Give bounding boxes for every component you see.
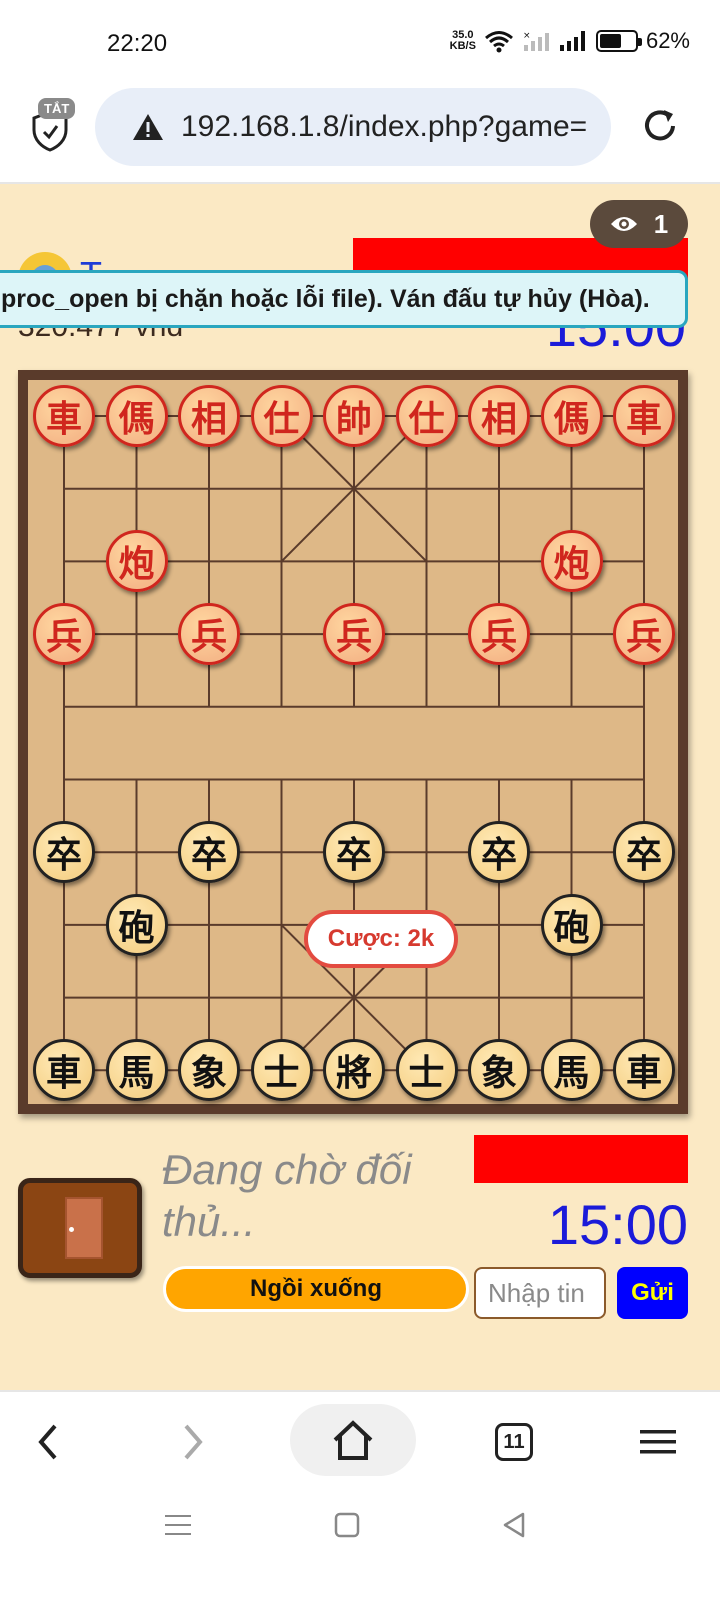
sit-down-button[interactable]: Ngồi xuống bbox=[163, 1266, 469, 1312]
home-button[interactable] bbox=[290, 1404, 416, 1476]
black-piece[interactable]: 卒 bbox=[323, 821, 385, 884]
menu-button[interactable] bbox=[630, 1414, 686, 1470]
red-piece[interactable]: 仕 bbox=[250, 385, 313, 447]
black-piece[interactable]: 象 bbox=[468, 1039, 530, 1102]
signal-off-icon: × bbox=[523, 31, 549, 51]
red-piece[interactable]: 炮 bbox=[105, 530, 168, 593]
leave-room-button[interactable] bbox=[18, 1178, 142, 1278]
black-piece[interactable]: 卒 bbox=[33, 821, 95, 884]
signal-icon bbox=[559, 31, 585, 51]
black-piece[interactable]: 將 bbox=[323, 1039, 385, 1102]
url-text[interactable]: 192.168.1.8/index.php?game= bbox=[181, 110, 601, 144]
wifi-icon bbox=[484, 31, 513, 53]
black-piece[interactable]: 卒 bbox=[468, 821, 530, 884]
waiting-opponent-text: Đang chờ đối thủ... bbox=[162, 1146, 412, 1245]
recents-menu-icon[interactable] bbox=[163, 1512, 193, 1538]
red-piece[interactable]: 車 bbox=[613, 385, 675, 447]
red-piece[interactable]: 兵 bbox=[33, 603, 95, 666]
chess-board[interactable]: Cược: 2k 車傌相仕帥仕相傌車炮炮兵兵兵兵兵卒卒卒卒卒砲砲車馬象士將士象馬… bbox=[28, 380, 678, 1104]
battery-percent: 62% bbox=[645, 28, 690, 53]
bottom-player-timer: 15:00 bbox=[547, 1193, 688, 1256]
address-bar[interactable]: 192.168.1.8/index.php?game= bbox=[95, 88, 611, 166]
bet-label: Cược: 2k bbox=[304, 910, 458, 968]
black-piece[interactable]: 砲 bbox=[105, 893, 168, 956]
black-piece[interactable]: 馬 bbox=[105, 1039, 168, 1102]
screen: 22:20 35.0 KB/S × 62% TẮT 192.168.1.8/in… bbox=[0, 0, 720, 1600]
back-triangle-icon[interactable] bbox=[500, 1511, 528, 1539]
red-piece[interactable]: 炮 bbox=[540, 530, 603, 593]
black-piece[interactable]: 士 bbox=[395, 1039, 458, 1102]
red-piece[interactable]: 車 bbox=[33, 385, 95, 447]
black-piece[interactable]: 卒 bbox=[613, 821, 675, 884]
notification-toast: proc_open bị chặn hoặc lỗi file). Ván đấ… bbox=[0, 270, 688, 328]
black-piece[interactable]: 車 bbox=[613, 1039, 675, 1102]
tabs-count: 11 bbox=[495, 1423, 533, 1461]
chess-board-frame: Cược: 2k 車傌相仕帥仕相傌車炮炮兵兵兵兵兵卒卒卒卒卒砲砲車馬象士將士象馬… bbox=[18, 370, 688, 1114]
red-piece[interactable]: 傌 bbox=[540, 385, 603, 447]
status-bar: 22:20 35.0 KB/S × 62% bbox=[0, 0, 720, 88]
bottom-player-time-bar bbox=[474, 1135, 688, 1183]
shield-off-badge: TẮT bbox=[38, 98, 76, 119]
red-piece[interactable]: 兵 bbox=[613, 603, 675, 666]
reload-icon[interactable] bbox=[640, 106, 680, 146]
browser-bottom-nav: 11 bbox=[0, 1390, 720, 1490]
black-piece[interactable]: 士 bbox=[250, 1039, 313, 1102]
svg-text:×: × bbox=[523, 31, 531, 41]
warning-icon[interactable] bbox=[131, 112, 165, 142]
black-piece[interactable]: 車 bbox=[33, 1039, 95, 1102]
network-speed: 35.0 KB/S bbox=[450, 30, 476, 52]
browser-toolbar: TẮT 192.168.1.8/index.php?game= bbox=[0, 88, 720, 184]
chevron-left-icon bbox=[38, 1424, 57, 1460]
viewer-count-badge: 1 bbox=[590, 200, 688, 248]
home-icon bbox=[333, 1420, 373, 1460]
red-piece[interactable]: 仕 bbox=[395, 385, 458, 447]
chevron-right-icon bbox=[184, 1424, 203, 1460]
board-grid bbox=[63, 415, 645, 1072]
black-piece[interactable]: 卒 bbox=[178, 821, 240, 884]
network-speed-unit: KB/S bbox=[449, 40, 476, 52]
red-piece[interactable]: 兵 bbox=[323, 603, 385, 666]
red-piece[interactable]: 傌 bbox=[105, 385, 168, 447]
red-piece[interactable]: 兵 bbox=[468, 603, 530, 666]
chat-input[interactable] bbox=[474, 1267, 606, 1319]
door-knob bbox=[69, 1227, 74, 1232]
red-piece[interactable]: 相 bbox=[468, 385, 530, 447]
home-square-icon[interactable] bbox=[333, 1511, 361, 1539]
red-piece[interactable]: 帥 bbox=[323, 385, 385, 447]
back-button[interactable] bbox=[20, 1414, 76, 1470]
send-button[interactable]: Gửi bbox=[617, 1267, 688, 1319]
game-page: T 320.477 vnđ 15:00 1 proc_open bị chặn … bbox=[0, 184, 720, 1392]
black-piece[interactable]: 象 bbox=[178, 1039, 240, 1102]
viewer-count: 1 bbox=[653, 208, 669, 239]
forward-button[interactable] bbox=[165, 1414, 221, 1470]
red-piece[interactable]: 兵 bbox=[178, 603, 240, 666]
black-piece[interactable]: 砲 bbox=[540, 893, 603, 956]
battery-icon bbox=[595, 30, 642, 52]
black-piece[interactable]: 馬 bbox=[540, 1039, 603, 1102]
battery-level bbox=[599, 34, 621, 48]
red-piece[interactable]: 相 bbox=[178, 385, 240, 447]
status-time: 22:20 bbox=[107, 30, 168, 57]
system-navigation-bar bbox=[0, 1490, 720, 1600]
eye-icon bbox=[610, 217, 637, 231]
menu-icon bbox=[640, 1430, 676, 1454]
tabs-button[interactable]: 11 bbox=[486, 1414, 542, 1470]
status-icons: 35.0 KB/S × 62% bbox=[450, 28, 690, 54]
